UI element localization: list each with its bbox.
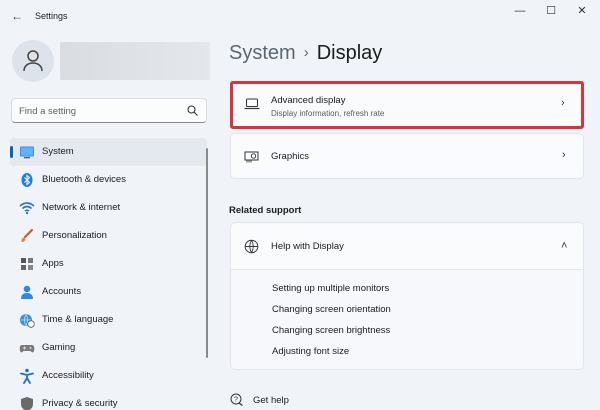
globe-icon <box>244 239 259 254</box>
person-icon <box>21 285 33 299</box>
sidebar-item-accessibility[interactable]: Accessibility <box>10 362 207 390</box>
sidebar-item-label: Privacy & security <box>42 398 118 409</box>
graphics-card[interactable]: Graphics › <box>230 133 584 179</box>
get-help-label: Get help <box>253 395 289 406</box>
sidebar-item-time-language[interactable]: Time & language <box>10 306 207 334</box>
bluetooth-icon <box>21 173 33 187</box>
sidebar-item-network[interactable]: Network & internet <box>10 194 207 222</box>
globe-clock-icon <box>20 313 35 328</box>
sidebar-item-apps[interactable]: Apps <box>10 250 207 278</box>
help-link-font-size[interactable]: Adjusting font size <box>272 346 349 357</box>
sidebar-item-label: Accounts <box>42 286 82 297</box>
page-title: Display <box>316 42 383 64</box>
close-button[interactable]: ✕ <box>567 0 597 22</box>
title-bar: ← Settings — ☐ ✕ <box>0 0 600 32</box>
sidebar-item-label: Time & language <box>42 314 114 325</box>
help-links-panel: Setting up multiple monitors Changing sc… <box>230 270 584 370</box>
breadcrumb-separator: › <box>303 44 309 61</box>
graphics-title: Graphics <box>271 151 310 162</box>
user-name-redacted <box>60 42 210 80</box>
sidebar-item-label: Accessibility <box>42 370 94 381</box>
search-box[interactable] <box>11 98 207 123</box>
sidebar-item-label: Bluetooth & devices <box>42 174 126 185</box>
chevron-up-icon[interactable]: ˄ <box>561 240 567 252</box>
person-icon <box>23 50 43 72</box>
sidebar-item-accounts[interactable]: Accounts <box>10 278 207 306</box>
svg-text:?: ? <box>234 397 238 404</box>
laptop-icon <box>244 98 260 110</box>
sidebar-item-label: Personalization <box>42 230 107 241</box>
help-link-screen-brightness[interactable]: Changing screen brightness <box>272 325 390 336</box>
active-indicator <box>10 146 13 158</box>
sidebar-item-label: Apps <box>42 258 64 269</box>
wifi-icon <box>19 202 35 215</box>
sidebar-item-privacy[interactable]: Privacy & security <box>10 390 207 410</box>
minimize-button[interactable]: — <box>505 0 535 22</box>
monitor-icon <box>20 146 34 159</box>
help-with-display-card[interactable]: Help with Display ˄ <box>230 222 584 270</box>
breadcrumb: System › Display <box>229 42 382 65</box>
sidebar-item-system[interactable]: System <box>10 138 207 166</box>
sidebar-item-bluetooth[interactable]: Bluetooth & devices <box>10 166 207 194</box>
sidebar-nav: System Bluetooth & devices Network & int… <box>10 138 207 410</box>
sidebar-item-personalization[interactable]: Personalization <box>10 222 207 250</box>
apps-icon <box>21 258 33 270</box>
breadcrumb-parent[interactable]: System <box>229 42 296 64</box>
help-chat-icon: ? <box>230 393 243 406</box>
advanced-display-card[interactable]: Advanced display Display information, re… <box>230 81 584 129</box>
get-help-link[interactable]: ? Get help <box>230 393 289 410</box>
back-arrow-icon[interactable]: ← <box>6 6 28 26</box>
help-link-multiple-monitors[interactable]: Setting up multiple monitors <box>272 283 389 294</box>
maximize-button[interactable]: ☐ <box>536 0 566 22</box>
advanced-display-title: Advanced display <box>271 95 346 106</box>
brush-icon <box>21 228 34 242</box>
controller-icon <box>19 345 35 353</box>
chevron-right-icon: › <box>562 149 566 161</box>
sidebar-item-label: System <box>42 146 74 157</box>
search-input[interactable] <box>19 103 179 119</box>
chevron-right-icon: › <box>561 97 565 109</box>
graphics-card-icon <box>244 151 259 163</box>
sidebar-item-gaming[interactable]: Gaming <box>10 334 207 362</box>
settings-window: ← Settings — ☐ ✕ System <box>0 0 600 410</box>
avatar[interactable] <box>12 40 54 82</box>
advanced-display-subtitle: Display information, refresh rate <box>271 109 385 118</box>
app-title: Settings <box>35 11 68 21</box>
shield-icon <box>21 397 33 410</box>
help-link-screen-orientation[interactable]: Changing screen orientation <box>272 304 391 315</box>
search-icon[interactable] <box>187 105 198 116</box>
sidebar-scrollbar[interactable] <box>206 148 208 358</box>
sidebar-item-label: Network & internet <box>42 202 121 213</box>
related-support-heading: Related support <box>229 205 302 216</box>
accessibility-icon <box>20 368 34 384</box>
sidebar-item-label: Gaming <box>42 342 76 353</box>
help-with-display-title: Help with Display <box>271 241 344 252</box>
